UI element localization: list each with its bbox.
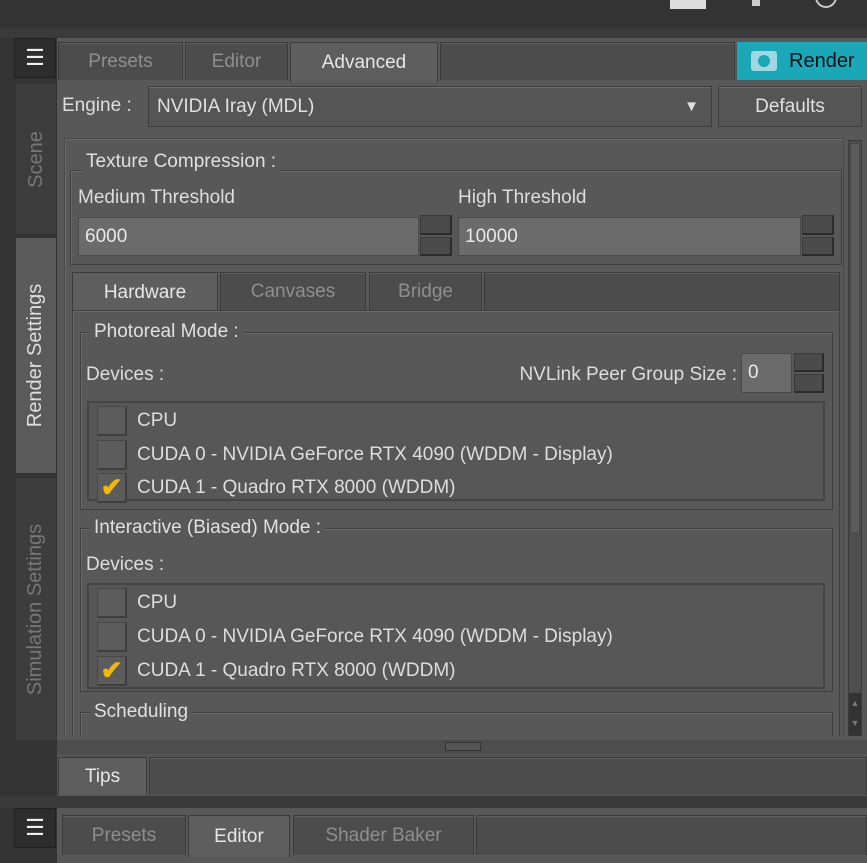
chevron-down-icon: ▼: [684, 98, 699, 115]
side-tab-label: Scene: [24, 130, 47, 188]
medium-threshold-stepper[interactable]: [420, 215, 452, 256]
device-checkbox[interactable]: [97, 440, 127, 470]
device-name: CPU: [137, 410, 178, 431]
interactive-devices-label: Devices :: [86, 554, 165, 575]
scheduling-title: Scheduling: [90, 701, 193, 723]
device-name: CUDA 1 - Quadro RTX 8000 (WDDM): [137, 477, 456, 498]
decrement-button[interactable]: [794, 374, 824, 393]
medium-threshold-label: Medium Threshold: [78, 187, 236, 208]
increment-button[interactable]: [802, 215, 834, 235]
engine-value: NVIDIA Iray (MDL): [157, 95, 315, 117]
photoreal-device-list: CPU CUDA 0 - NVIDIA GeForce RTX 4090 (WD…: [87, 401, 825, 504]
device-row[interactable]: CPU: [97, 587, 177, 619]
device-row[interactable]: CPU: [97, 405, 177, 437]
sub-tab-filler: [484, 272, 840, 310]
device-name: CUDA 1 - Quadro RTX 8000 (WDDM): [137, 660, 456, 681]
tips-tab-filler: [149, 757, 867, 795]
tab-bridge[interactable]: Bridge: [369, 272, 482, 310]
device-name: CUDA 0 - NVIDIA GeForce RTX 4090 (WDDM -…: [137, 444, 613, 465]
bottom-tab-filler: [476, 815, 867, 855]
tab-bar-filler: [440, 42, 735, 80]
nvlink-stepper[interactable]: [794, 353, 824, 393]
medium-threshold-input[interactable]: 6000: [78, 217, 419, 256]
scroll-arrows-icon[interactable]: ▲ ▼: [849, 693, 861, 735]
render-label: Render: [789, 49, 855, 72]
high-threshold-label: High Threshold: [458, 187, 587, 208]
tab-editor-bottom[interactable]: Editor: [188, 815, 290, 857]
splitter[interactable]: [0, 28, 867, 38]
toolbar-window-icon[interactable]: [670, 0, 706, 9]
splitter[interactable]: [0, 796, 867, 808]
splitter-grip-icon[interactable]: [445, 742, 481, 751]
render-button[interactable]: Render: [737, 42, 867, 80]
pane-menu-icon[interactable]: ☰: [14, 38, 56, 78]
device-row[interactable]: CUDA 0 - NVIDIA GeForce RTX 4090 (WDDM -…: [97, 621, 613, 653]
nvlink-label: NVLink Peer Group Size :: [519, 364, 737, 385]
increment-button[interactable]: [420, 215, 452, 235]
camera-icon: [751, 51, 777, 71]
side-tab-scene[interactable]: Scene: [16, 84, 56, 234]
checkmark-icon: ✔: [100, 472, 123, 502]
tab-presets-bottom[interactable]: Presets: [62, 815, 186, 855]
high-threshold-stepper[interactable]: [802, 215, 834, 256]
tab-tips[interactable]: Tips: [58, 757, 147, 795]
engine-dropdown[interactable]: NVIDIA Iray (MDL) ▼: [148, 86, 712, 127]
scrollbar-thumb[interactable]: [850, 143, 860, 533]
pane-splitter[interactable]: [57, 740, 867, 754]
tab-canvases[interactable]: Canvases: [220, 272, 366, 310]
interactive-mode-title: Interactive (Biased) Mode :: [90, 517, 326, 539]
tab-hardware[interactable]: Hardware: [72, 272, 218, 312]
side-tab-label: Simulation Settings: [24, 523, 47, 695]
vertical-scrollbar[interactable]: ▲ ▼: [848, 140, 862, 736]
photoreal-devices-label: Devices :: [86, 364, 165, 385]
device-name: CPU: [137, 592, 178, 613]
checkmark-icon: ✔: [100, 655, 123, 685]
engine-label: Engine :: [62, 95, 132, 116]
tab-presets[interactable]: Presets: [58, 42, 183, 80]
high-threshold-input[interactable]: 10000: [458, 217, 801, 256]
tab-shader-baker[interactable]: Shader Baker: [293, 815, 474, 855]
tab-editor[interactable]: Editor: [185, 42, 288, 80]
device-checkbox[interactable]: [97, 406, 127, 436]
toolbar-pin-icon[interactable]: [752, 0, 760, 6]
interactive-device-list: CPU CUDA 0 - NVIDIA GeForce RTX 4090 (WD…: [87, 583, 825, 689]
increment-button[interactable]: [794, 353, 824, 372]
defaults-button[interactable]: Defaults: [718, 86, 862, 127]
device-name: CUDA 0 - NVIDIA GeForce RTX 4090 (WDDM -…: [137, 626, 613, 647]
tab-advanced[interactable]: Advanced: [290, 42, 438, 82]
device-checkbox[interactable]: [97, 588, 127, 618]
device-row[interactable]: CUDA 0 - NVIDIA GeForce RTX 4090 (WDDM -…: [97, 439, 613, 471]
device-checkbox[interactable]: [97, 622, 127, 652]
device-checkbox[interactable]: ✔: [97, 656, 127, 686]
decrement-button[interactable]: [802, 236, 834, 256]
device-row[interactable]: ✔ CUDA 1 - Quadro RTX 8000 (WDDM): [97, 472, 456, 504]
side-tab-label: Render Settings: [24, 283, 47, 428]
side-tab-simulation-settings[interactable]: Simulation Settings: [16, 478, 56, 740]
side-tab-render-settings[interactable]: Render Settings: [16, 238, 56, 473]
photoreal-mode-title: Photoreal Mode :: [90, 321, 243, 343]
pane-menu-icon[interactable]: ☰: [14, 808, 56, 848]
decrement-button[interactable]: [420, 236, 452, 256]
texture-compression-title: Texture Compression :: [82, 151, 281, 173]
device-checkbox[interactable]: ✔: [97, 473, 127, 503]
nvlink-input[interactable]: 0: [741, 353, 792, 393]
top-toolbar: [0, 0, 867, 28]
device-row[interactable]: ✔ CUDA 1 - Quadro RTX 8000 (WDDM): [97, 655, 456, 687]
